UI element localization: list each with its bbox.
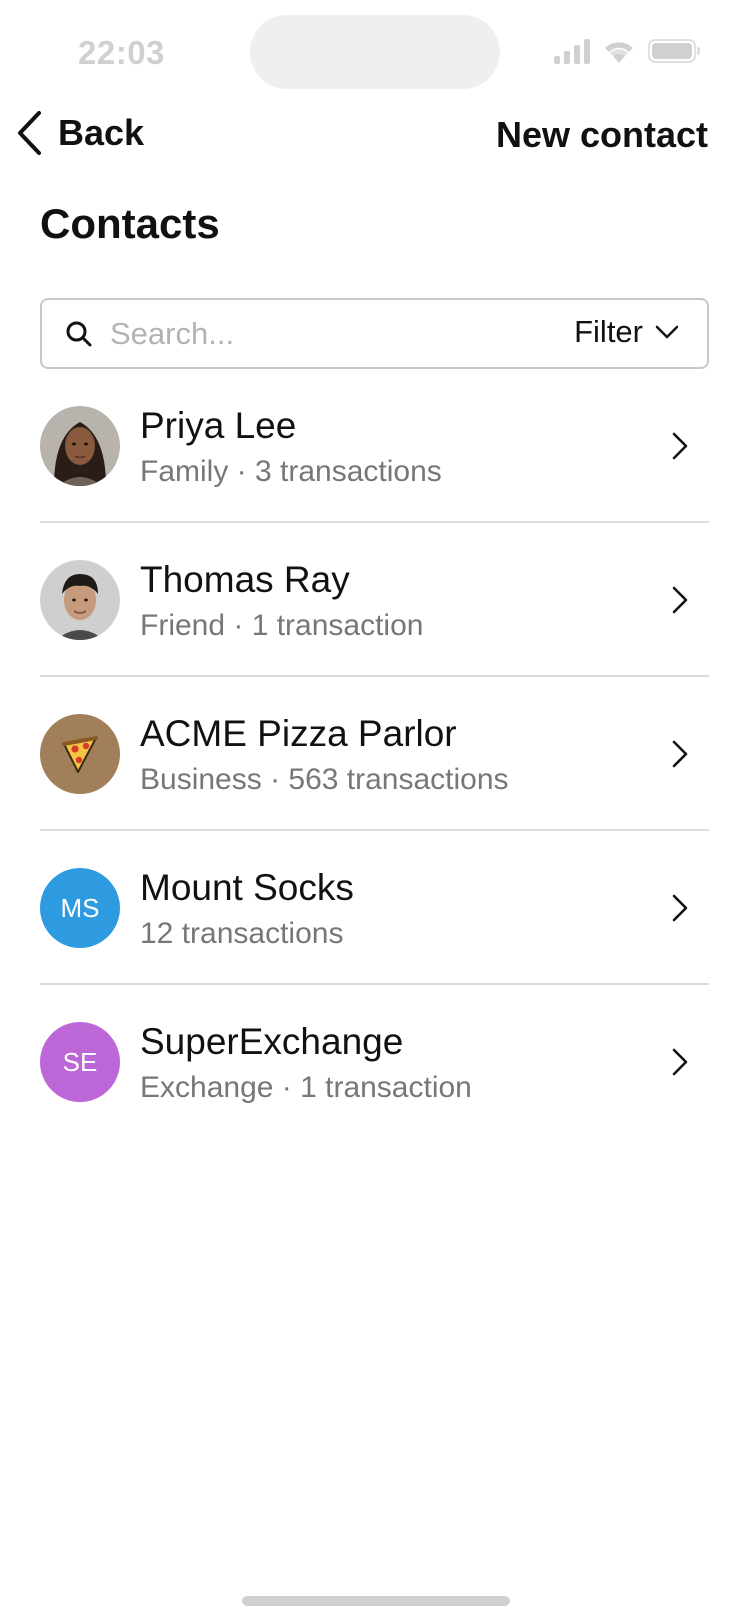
- contact-row-mount-socks[interactable]: MS Mount Socks 12 transactions: [40, 831, 709, 985]
- chevron-right-icon: [672, 740, 688, 768]
- search-icon: [66, 321, 92, 346]
- search-box: Filter: [40, 298, 709, 369]
- dynamic-island: [250, 15, 500, 89]
- status-bar: 22:03: [0, 0, 750, 100]
- filter-label: Filter: [574, 314, 643, 349]
- search-input[interactable]: [110, 315, 530, 352]
- contact-name: SuperExchange: [140, 1021, 404, 1062]
- contact-row-acme-pizza-parlor[interactable]: ACME Pizza Parlor Business · 563 transac…: [40, 677, 709, 831]
- new-contact-button[interactable]: New contact: [496, 114, 708, 156]
- avatar-photo: [40, 406, 120, 486]
- contact-row-superexchange[interactable]: SE SuperExchange Exchange · 1 transactio…: [40, 985, 709, 1139]
- back-button[interactable]: Back: [14, 110, 144, 156]
- battery-icon: [648, 38, 702, 64]
- avatar-photo: [40, 560, 120, 640]
- avatar-initials-text: SE: [62, 1046, 98, 1077]
- page-title: Contacts: [40, 200, 220, 247]
- contact-name: ACME Pizza Parlor: [140, 713, 457, 754]
- chevron-right-icon: [672, 1048, 688, 1076]
- avatar-initials-text: MS: [60, 892, 100, 923]
- contact-name: Priya Lee: [140, 405, 297, 446]
- avatar-initials: SE: [40, 1022, 120, 1102]
- chevron-right-icon: [672, 432, 688, 460]
- contact-subtitle: 12 transactions: [140, 917, 344, 950]
- back-label: Back: [58, 112, 145, 153]
- contact-subtitle: Exchange · 1 transaction: [140, 1071, 472, 1104]
- cellular-signal-icon: [554, 38, 590, 64]
- contact-list: Priya Lee Family · 3 transactions Thomas…: [40, 369, 709, 1139]
- wifi-icon: [602, 38, 636, 64]
- contact-subtitle: Friend · 1 transaction: [140, 609, 424, 642]
- contact-name: Thomas Ray: [140, 559, 350, 600]
- chevron-left-icon: [18, 111, 41, 155]
- avatar-initials: MS: [40, 868, 120, 948]
- home-indicator[interactable]: [242, 1596, 510, 1606]
- filter-button[interactable]: Filter: [574, 314, 679, 350]
- avatar-pizza: [40, 714, 120, 794]
- contact-subtitle: Family · 3 transactions: [140, 455, 442, 488]
- pizza-icon: [62, 736, 98, 773]
- contact-subtitle: Business · 563 transactions: [140, 763, 509, 796]
- chevron-right-icon: [672, 586, 688, 614]
- status-time: 22:03: [78, 34, 165, 71]
- status-icons: [554, 38, 702, 64]
- contact-name: Mount Socks: [140, 867, 354, 908]
- chevron-right-icon: [672, 894, 688, 922]
- contact-row-priya-lee[interactable]: Priya Lee Family · 3 transactions: [40, 369, 709, 523]
- contact-row-thomas-ray[interactable]: Thomas Ray Friend · 1 transaction: [40, 523, 709, 677]
- nav-bar: Back New contact: [0, 108, 750, 168]
- chevron-down-icon: [655, 325, 679, 339]
